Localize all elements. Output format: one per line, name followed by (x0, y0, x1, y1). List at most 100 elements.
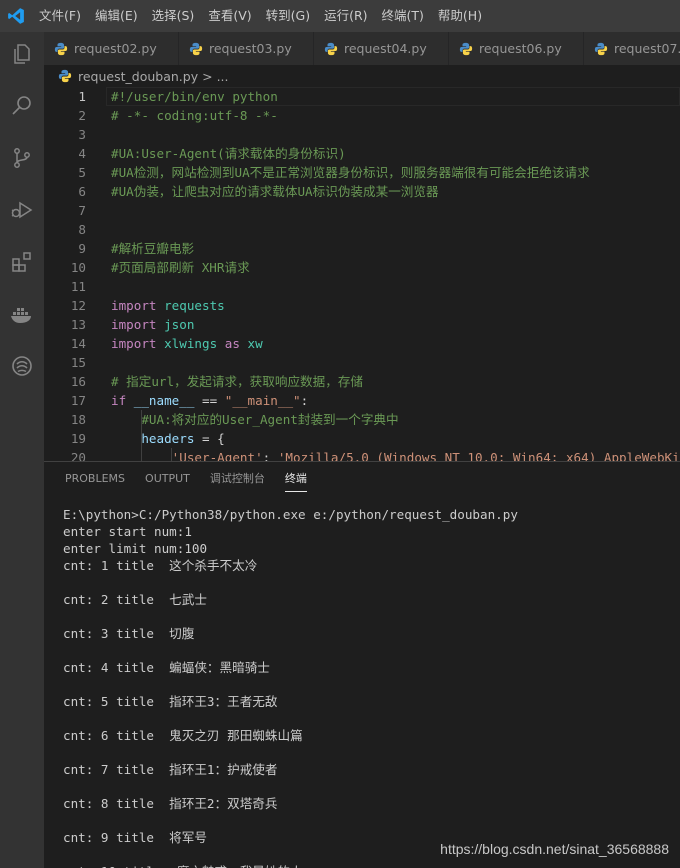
terminal-line: cnt: 7 title 指环王1：护戒使者 (63, 762, 278, 777)
title-bar: 文件(F) 编辑(E) 选择(S) 查看(V) 转到(G) 运行(R) 终端(T… (0, 0, 680, 32)
code-token: 'User-Agent' (171, 450, 263, 461)
breadcrumb-file[interactable]: request_douban.py (78, 69, 198, 84)
code-line: 15 (44, 353, 680, 372)
menu-terminal[interactable]: 终端(T) (375, 0, 431, 32)
line-number: 11 (70, 279, 86, 294)
terminal-line: cnt: 3 title 切腹 (63, 626, 195, 641)
menu-selection[interactable]: 选择(S) (145, 0, 202, 32)
code-token: __name__ (133, 393, 195, 408)
code-line: 16 # 指定url，发起请求，获取响应数据，存储 (44, 372, 680, 391)
tab-request03[interactable]: request03.py (179, 32, 314, 65)
breadcrumb: request_douban.py > ... (44, 65, 680, 87)
code-text: 'User-Agent': 'Mozilla/5.0 (Windows NT 1… (111, 448, 680, 461)
extensions-icon[interactable] (6, 246, 38, 278)
code-line: 5 #UA检测，网站检测到UA不是正常浏览器身份标识，则服务器端很有可能会拒绝该请… (44, 163, 680, 182)
live-share-icon[interactable] (6, 350, 38, 382)
code-token: import (111, 317, 157, 332)
bottom-panel: PROBLEMS OUTPUT 调试控制台 终端 E:\python>C:/Py… (44, 461, 680, 868)
code-text: #UA伪装，让爬虫对应的请求载体UA标识伪装成某一浏览器 (111, 182, 439, 201)
code-token: "__main__" (224, 393, 301, 408)
activity-bar (0, 32, 44, 868)
code-text: headers = { (111, 429, 225, 448)
tab-debug-console[interactable]: 调试控制台 (200, 462, 275, 496)
code-token: xlwings (164, 336, 218, 351)
terminal-line: cnt: 10 title 魔之魅惑，我是她的人 (63, 863, 673, 868)
line-number: 7 (78, 203, 86, 218)
tab-terminal[interactable]: 终端 (275, 462, 317, 496)
indent-guide (141, 410, 142, 461)
menu-edit[interactable]: 编辑(E) (88, 0, 145, 32)
code-token: #解析豆瓣电影 (111, 241, 195, 256)
code-token: #UA:将对应的User_Agent封装到一个字典中 (141, 412, 399, 427)
menu-view[interactable]: 查看(V) (201, 0, 258, 32)
explorer-icon[interactable] (6, 38, 38, 70)
code-line: 17 if __name__ == "__main__": (44, 391, 680, 410)
code-token: #!/user/bin/env python (111, 89, 278, 104)
code-editor[interactable]: 1 #!/user/bin/env python 2 # -*- coding:utf… (44, 87, 680, 461)
search-icon[interactable] (6, 90, 38, 122)
terminal-line: cnt: 2 title 七武士 (63, 592, 207, 607)
code-token: #UA检测，网站检测到UA不是正常浏览器身份标识，则服务器端很有可能会拒绝该请求 (111, 165, 590, 180)
line-number: 15 (70, 355, 86, 370)
line-number: 9 (78, 241, 86, 256)
code-line: 3 (44, 125, 680, 144)
code-token: if (111, 393, 127, 408)
code-token: : (300, 393, 309, 408)
code-token: # -*- coding:utf-8 -*- (111, 108, 278, 123)
menu-go[interactable]: 转到(G) (259, 0, 317, 32)
line-number: 1 (78, 89, 86, 104)
code-line: 1 #!/user/bin/env python (44, 87, 680, 106)
tab-problems[interactable]: PROBLEMS (44, 462, 135, 496)
terminal-line: cnt: 5 title 指环王3：王者无敌 (63, 694, 278, 709)
code-text: import requests (111, 296, 225, 315)
terminal-line: cnt: 4 title 蝙蝠侠：黑暗骑士 (63, 660, 270, 675)
tab-request04[interactable]: request04.py (314, 32, 449, 65)
line-number: 13 (70, 317, 86, 332)
code-text: #解析豆瓣电影 (111, 239, 194, 258)
code-line: 7 (44, 201, 680, 220)
watermark: https://blog.csdn.net/sinat_36568888 (440, 841, 669, 857)
line-number: 14 (70, 336, 86, 351)
python-file-icon (324, 42, 338, 55)
code-token: = { (194, 431, 225, 446)
code-token: == (194, 393, 225, 408)
run-debug-icon[interactable] (6, 194, 38, 226)
tab-request06[interactable]: request06.py (449, 32, 584, 65)
code-line: 9 #解析豆瓣电影 (44, 239, 680, 258)
code-line: 18 #UA:将对应的User_Agent封装到一个字典中 (44, 410, 680, 429)
terminal-line: enter limit num:100 (63, 541, 208, 556)
python-file-icon (459, 42, 473, 55)
terminal-line: E:\python>C:/Python38/python.exe e:/pyth… (63, 507, 518, 522)
code-text: #!/user/bin/env python (111, 87, 278, 106)
line-number: 6 (78, 184, 86, 199)
tab-label: request06.py (479, 41, 562, 56)
code-text: import xlwings as xw (111, 334, 263, 353)
code-token: #UA:User-Agent(请求载体的身份标识) (111, 146, 346, 161)
line-number: 10 (70, 260, 86, 275)
tab-request07[interactable]: request07.py (584, 32, 680, 65)
code-line: 8 (44, 220, 680, 239)
code-text: if __name__ == "__main__": (111, 391, 308, 410)
menu-file[interactable]: 文件(F) (32, 0, 88, 32)
source-control-icon[interactable] (6, 142, 38, 174)
tab-request02[interactable]: request02.py (44, 32, 179, 65)
menu-help[interactable]: 帮助(H) (431, 0, 489, 32)
line-number: 3 (78, 127, 86, 142)
docker-icon[interactable] (6, 298, 38, 330)
line-number: 20 (70, 450, 86, 461)
vscode-logo-icon (0, 0, 32, 32)
code-line: 20 'User-Agent': 'Mozilla/5.0 (Windows N… (44, 448, 680, 461)
menu-run[interactable]: 运行(R) (317, 0, 374, 32)
tab-output[interactable]: OUTPUT (135, 462, 200, 496)
python-file-icon (189, 42, 203, 55)
breadcrumb-symbols[interactable]: ... (217, 69, 229, 84)
line-number: 8 (78, 222, 86, 237)
terminal-output[interactable]: E:\python>C:/Python38/python.exe e:/pyth… (63, 506, 673, 868)
breadcrumb-separator: > (202, 68, 213, 84)
code-text: #UA检测，网站检测到UA不是正常浏览器身份标识，则服务器端很有可能会拒绝该请求 (111, 163, 590, 182)
